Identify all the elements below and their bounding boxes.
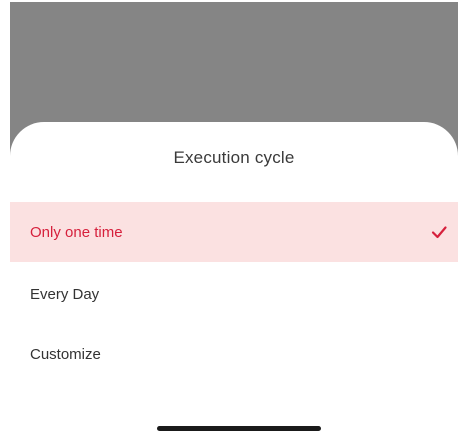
option-label: Customize bbox=[30, 345, 101, 363]
check-icon bbox=[430, 223, 448, 241]
screen: Execution cycle Only one time Every Day … bbox=[0, 0, 464, 441]
option-customize[interactable]: Customize bbox=[10, 324, 458, 384]
sheet-title: Execution cycle bbox=[173, 148, 295, 167]
option-label: Every Day bbox=[30, 285, 100, 303]
home-indicator bbox=[157, 426, 321, 431]
bottom-sheet: Execution cycle Only one time Every Day … bbox=[10, 122, 458, 441]
option-every-day[interactable]: Every Day bbox=[10, 264, 458, 324]
option-label: Only one time bbox=[30, 223, 123, 241]
frame-border-left bbox=[0, 0, 10, 441]
option-only-one-time[interactable]: Only one time bbox=[10, 202, 458, 262]
frame-border-right bbox=[458, 0, 464, 441]
